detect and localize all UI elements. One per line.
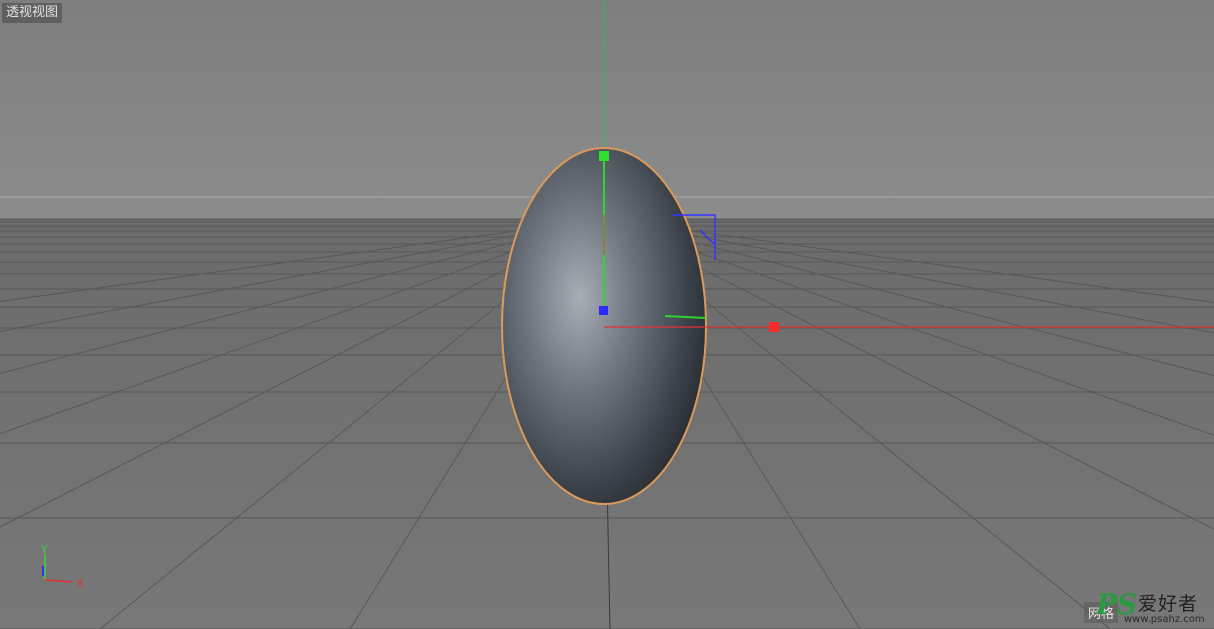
- gizmo-x-label: X: [76, 577, 84, 590]
- x-axis-handle[interactable]: [769, 322, 779, 332]
- y-axis-handle[interactable]: [599, 151, 609, 161]
- watermark-chinese: 爱好者: [1138, 593, 1199, 615]
- watermark: PS 爱好者 www.psahz.com: [1096, 591, 1208, 626]
- gizmo-y-label: Y: [40, 543, 48, 556]
- viewport-scene[interactable]: Y X: [0, 0, 1214, 629]
- z-axis-handle[interactable]: [599, 306, 608, 315]
- view-name-label[interactable]: 透视视图: [2, 3, 63, 23]
- perspective-viewport[interactable]: Y X 透视视图 网格 PS 爱好者 www.psahz.com: [0, 0, 1214, 629]
- watermark-url: www.psahz.com: [1124, 614, 1205, 625]
